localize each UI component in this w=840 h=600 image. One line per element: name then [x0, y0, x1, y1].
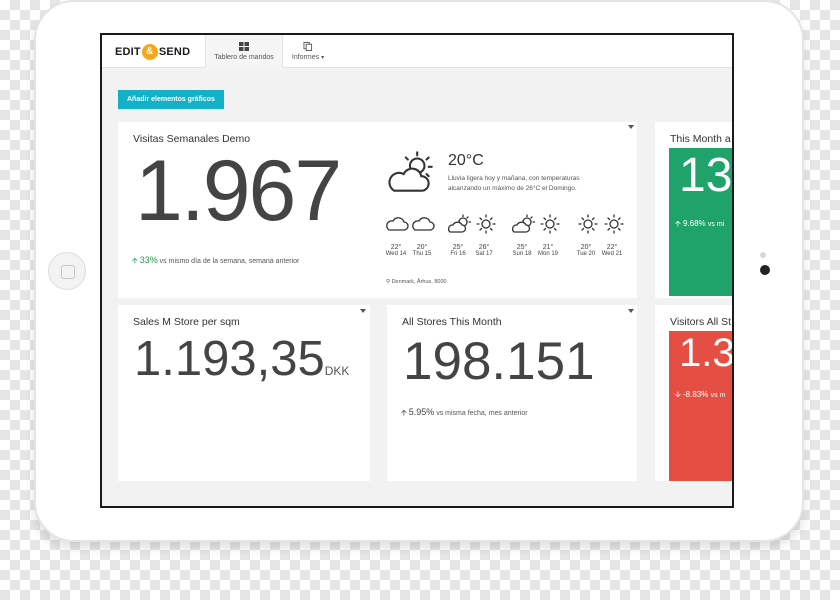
forecast-temp: 25°: [516, 244, 528, 251]
windows-icon: [239, 42, 249, 51]
logo-text-left: EDIT: [115, 46, 141, 58]
trend-text: vs mismo día de la semana, semana anteri…: [159, 258, 300, 265]
forecast-temp: 20°: [580, 244, 592, 251]
forecast-day-label: Mon 19: [537, 251, 558, 257]
forecast-day: 21° Mon 19: [536, 244, 560, 257]
forecast-day: 25° Sun 18: [510, 244, 534, 257]
weekly-visits-value: 1.967: [135, 143, 342, 239]
add-widgets-button[interactable]: Añadir elementos gráficos: [118, 90, 224, 109]
card-menu-caret[interactable]: [628, 125, 634, 129]
tab-informes-label: Informes: [291, 54, 320, 61]
map-pin-icon: ⚲: [386, 279, 391, 285]
trend-row: 🡩 9.68% vs mi: [675, 218, 724, 232]
sales-unit: DKK: [324, 364, 350, 378]
this-month-value: 13: [679, 149, 733, 202]
forecast-temp: 22°: [606, 244, 618, 251]
trend-pct: 5.95%: [408, 407, 435, 417]
tab-tablero-label: Tablero de mandos: [214, 54, 274, 61]
forecast-day: 20° Thu 15: [410, 244, 434, 257]
forecast-day: 25° Fri 16: [446, 244, 470, 257]
cloud-icon: [412, 217, 435, 231]
card-title: Sales M Store per sqm: [133, 316, 240, 328]
trend-row: 🡩 33% vs mismo día de la semana, semana …: [132, 255, 299, 269]
trend-text: vs mi: [707, 221, 725, 228]
partly-cloudy-icon: [388, 151, 433, 192]
location-row: ⚲ Denmark, Århus, 8000: [386, 279, 447, 285]
forecast-day-label: Tue 20: [576, 251, 596, 257]
logo-text-right: SEND: [158, 46, 191, 58]
this-month-panel: 13 🡩 9.68% vs mi: [669, 148, 733, 296]
trend-pct: -8.83%: [682, 390, 709, 399]
arrow-up-icon: 🡩: [132, 256, 138, 265]
visitors-card: Visitors All St 1.3 🡫 -8.83% vs m: [655, 305, 734, 481]
forecast-day: 20° Tue 20: [574, 244, 598, 257]
forecast-temp: 20°: [416, 244, 428, 251]
card-title: This Month a: [670, 133, 731, 145]
sensor-icon: [760, 252, 766, 258]
card-title: All Stores This Month: [402, 316, 502, 328]
location-label: Denmark, Århus, 8000: [391, 279, 447, 285]
trend-row: 🡩 5.95% vs misma fecha, mes anterior: [401, 407, 528, 421]
trend-text: vs m: [710, 392, 726, 399]
forecast-day-label: Wed 21: [601, 251, 623, 257]
card-menu-caret[interactable]: [628, 309, 634, 313]
trend-pct: 33%: [139, 255, 158, 265]
forecast-temp: 21°: [542, 244, 554, 251]
arrow-up-icon: 🡩: [401, 408, 407, 417]
weather-description: Lluvia ligera hoy y mañana, con temperat…: [448, 175, 580, 192]
logo-amp: &: [141, 44, 158, 60]
screen: EDIT & SEND Tablero de mandos Informes ▾…: [100, 33, 734, 508]
arrow-up-icon: 🡩: [675, 219, 681, 228]
visitors-panel: 1.3 🡫 -8.83% vs m: [669, 331, 734, 481]
sun-icon: [578, 214, 598, 234]
current-temp: 20°C: [448, 152, 484, 169]
forecast-day-label: Wed 14: [385, 251, 407, 257]
sun-icon: [540, 214, 560, 234]
forecast-temp: 25°: [452, 244, 464, 251]
tab-informes[interactable]: Informes ▾: [285, 35, 331, 68]
sales-value: 1.193,35DKK: [134, 331, 349, 387]
sales-card: Sales M Store per sqm 1.193,35DKK: [118, 305, 370, 481]
all-stores-card: All Stores This Month 198.151 🡩 5.95% vs…: [387, 305, 637, 481]
home-button[interactable]: [48, 252, 86, 290]
sales-number: 1.193,35: [134, 332, 325, 386]
chevron-down-icon: ▾: [321, 55, 325, 61]
visitors-value: 1.3: [679, 331, 734, 375]
forecast-day-label: Sat 17: [475, 251, 493, 257]
trend-pct: 9.68%: [682, 219, 706, 228]
forecast-day-label: Thu 15: [412, 251, 432, 257]
card-title: Visitors All St: [670, 316, 732, 328]
weekly-visits-card: Visitas Semanales Demo 1.967 🡩 33% vs mi…: [118, 122, 637, 298]
camera-icon: [760, 265, 770, 275]
forecast-day: 26° Sat 17: [472, 244, 496, 257]
forecast-day-label: Fri 16: [450, 251, 466, 257]
partly-cloudy-icon: [448, 214, 472, 233]
card-menu-caret[interactable]: [360, 309, 366, 313]
forecast-temp: 22°: [390, 244, 402, 251]
all-stores-value: 198.151: [403, 332, 595, 391]
logo[interactable]: EDIT & SEND: [115, 44, 190, 60]
top-navbar: EDIT & SEND Tablero de mandos Informes ▾: [102, 35, 732, 68]
sun-icon: [476, 214, 496, 234]
trend-text: vs misma fecha, mes anterior: [436, 410, 528, 417]
this-month-card: This Month a 13 🡩 9.68% vs mi: [655, 122, 733, 298]
forecast-temp: 26°: [478, 244, 490, 251]
arrow-down-icon: 🡫: [675, 390, 681, 399]
documents-icon: [303, 42, 313, 51]
tab-tablero[interactable]: Tablero de mandos: [205, 35, 283, 68]
forecast-day: 22° Wed 21: [600, 244, 624, 257]
forecast-day: 22° Wed 14: [384, 244, 408, 257]
partly-cloudy-icon: [512, 214, 536, 233]
cloud-icon: [386, 217, 409, 231]
sun-icon: [604, 214, 624, 234]
trend-row: 🡫 -8.83% vs m: [675, 389, 725, 403]
forecast-day-label: Sun 18: [512, 251, 532, 257]
